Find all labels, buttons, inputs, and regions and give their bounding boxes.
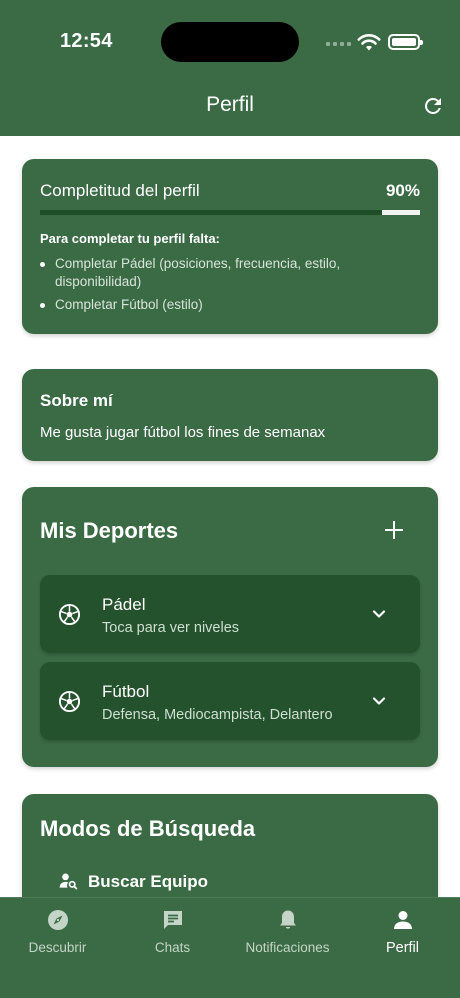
nav-item-perfil[interactable]: Perfil [345,908,460,956]
chat-icon [163,911,182,929]
sport-item-padel[interactable]: Pádel Toca para ver niveles [40,575,420,653]
sports-title: Mis Deportes [40,518,179,543]
sport-item-futbol[interactable]: Fútbol Defensa, Mediocampista, Delantero [40,662,420,740]
nav-label: Descubrir [28,940,87,955]
sport-name: Pádel [102,595,146,614]
sports-ball-icon [58,690,81,713]
bell-icon [279,910,296,929]
search-mode-label[interactable]: Buscar Equipo [88,872,208,892]
missing-list: Completar Pádel (posiciones, frecuencia,… [40,255,410,319]
status-time: 12:54 [60,30,113,52]
bottom-nav: Descubrir Chats Notificaciones Perfil [0,897,460,998]
nav-item-notificaciones[interactable]: Notificaciones [230,908,345,955]
missing-item: Completar Fútbol (estilo) [40,296,410,314]
person-search-icon [59,873,78,890]
nav-item-descubrir[interactable]: Descubrir [0,908,115,955]
about-title: Sobre mí [40,391,113,410]
nav-label: Perfil [385,940,420,956]
person-icon [393,911,412,929]
battery-icon [388,34,423,50]
nav-item-chats[interactable]: Chats [115,908,230,955]
chevron-down-icon[interactable] [371,693,387,709]
sport-subtitle: Toca para ver niveles [102,620,240,636]
compass-icon [47,910,68,930]
page-title: Perfil [206,93,254,116]
progress-fill [40,210,382,215]
sport-name: Fútbol [102,682,150,701]
missing-title: Para completar tu perfil falta: [40,231,220,246]
completeness-progress-bar [40,210,420,215]
sports-ball-icon [58,603,81,626]
nav-label: Notificaciones [245,940,330,955]
chevron-down-icon[interactable] [371,606,387,622]
search-modes-title: Modos de Búsqueda [40,816,256,841]
sports-card: Mis Deportes Pádel Toca para ver niveles… [22,487,438,767]
about-card[interactable]: Sobre mí Me gusta jugar fútbol los fines… [22,369,438,461]
app-header: 12:54 Perfil [0,0,460,136]
signal-icon [326,42,351,46]
about-text: Me gusta jugar fútbol los fines de seman… [40,424,326,441]
search-modes-card: Modos de Búsqueda Buscar Equipo [22,794,438,914]
completeness-percent: 90% [385,181,420,200]
refresh-icon[interactable] [421,94,445,118]
dynamic-island [161,22,299,62]
nav-label: Chats [154,940,191,955]
missing-item: Completar Pádel (posiciones, frecuencia,… [40,255,410,291]
sport-subtitle: Defensa, Mediocampista, Delantero [102,707,333,723]
wifi-icon [357,34,381,51]
profile-completeness-card: Completitud del perfil 90% Para completa… [22,159,438,334]
plus-icon[interactable] [384,520,404,540]
completeness-label: Completitud del perfil [40,181,200,200]
